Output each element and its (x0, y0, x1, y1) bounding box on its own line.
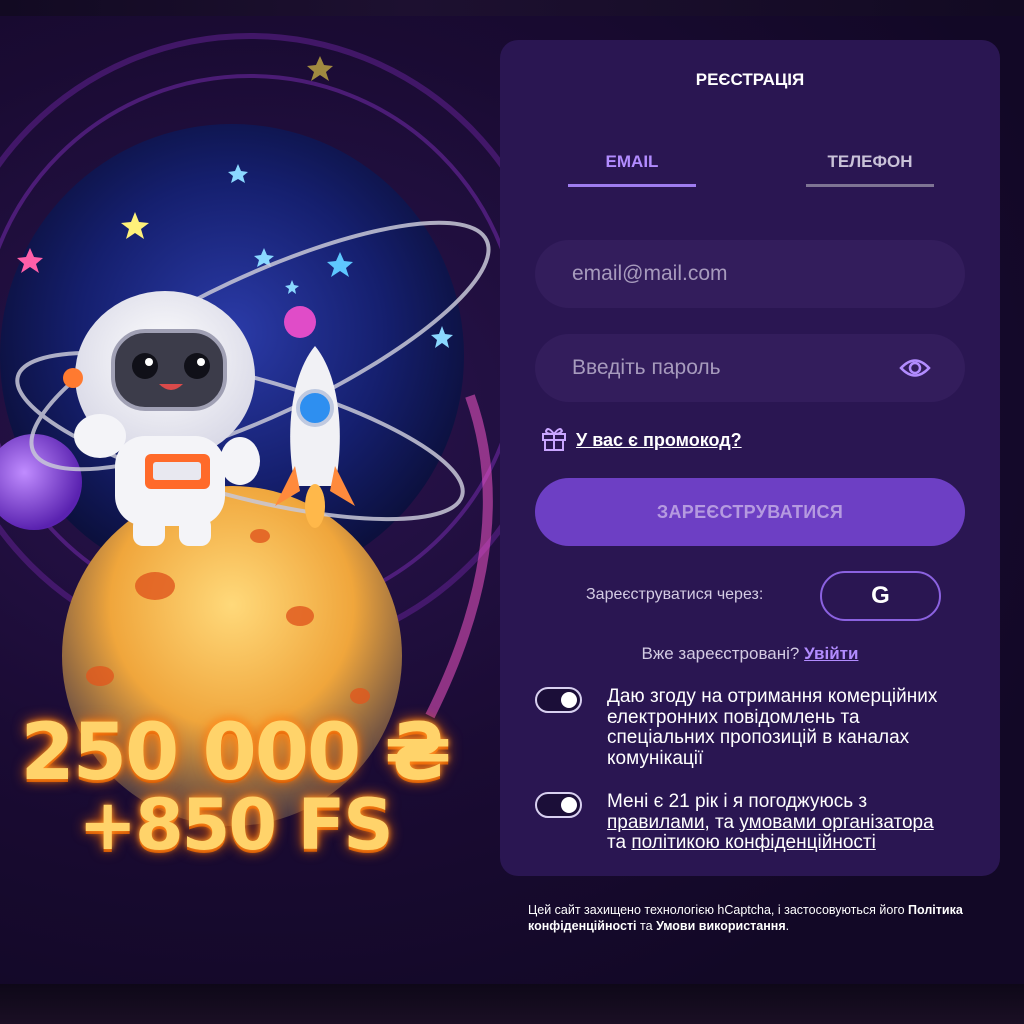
google-icon: G (871, 582, 890, 609)
captcha-end: . (785, 919, 790, 933)
password-input[interactable] (535, 334, 895, 402)
marketing-consent-toggle[interactable] (535, 687, 582, 713)
panel-title: РЕЄСТРАЦІЯ (695, 70, 805, 89)
registration-modal: 250 000 ₴ +850 FS РЕЄСТРАЦІЯ EMAIL ТЕЛЕФ… (0, 16, 1024, 1006)
rules-link[interactable]: правилами (607, 812, 704, 833)
login-link[interactable]: Увійти (804, 644, 858, 663)
register-via-label: Зареєструватися через: (586, 586, 764, 603)
password-field (535, 334, 965, 402)
captcha-terms-link[interactable]: Умови використання (656, 919, 786, 933)
privacy-policy-link[interactable]: політикою конфіденційності (631, 832, 875, 853)
page-header-strip (0, 0, 1024, 16)
terms-consent-toggle[interactable] (535, 792, 582, 818)
terms-sep-2: та (607, 832, 627, 853)
already-registered-text: Вже зареєстровані? (641, 644, 800, 663)
gift-icon (540, 424, 568, 457)
organizer-terms-link[interactable]: умовами організатора (739, 812, 933, 833)
login-row: Вже зареєстровані? Увійти (500, 644, 1000, 664)
terms-consent-text: Мені є 21 рік і я погоджуюсь з правилами… (607, 791, 947, 854)
page-footer-strip (0, 984, 1024, 1024)
tab-phone[interactable]: ТЕЛЕФОН (806, 152, 934, 187)
email-input[interactable] (535, 240, 895, 308)
promo-free-spins: +850 FS (78, 784, 393, 866)
promo-code-row: У вас є промокод? (540, 424, 742, 457)
email-field (535, 240, 965, 308)
eye-icon[interactable] (899, 354, 931, 382)
captcha-text: Цей сайт захищено технологією hCaptcha, … (528, 903, 905, 917)
marketing-consent-text: Даю згоду на отримання комерційних елект… (607, 686, 938, 769)
promo-code-link[interactable]: У вас є промокод? (576, 430, 742, 451)
registration-panel: РЕЄСТРАЦІЯ EMAIL ТЕЛЕФОН email@mail.com … (500, 40, 1000, 876)
terms-sep-1: , та (704, 811, 735, 833)
tab-email[interactable]: EMAIL (568, 152, 696, 187)
captcha-and: та (640, 919, 653, 933)
google-register-button[interactable]: G (820, 571, 941, 621)
terms-consent-prefix: Мені є 21 рік і я погоджуюсь з (607, 791, 868, 812)
captcha-note: Цей сайт захищено технологією hCaptcha, … (528, 902, 988, 934)
register-button[interactable]: ЗАРЕЄСТРУВАТИСЯ (535, 478, 965, 546)
